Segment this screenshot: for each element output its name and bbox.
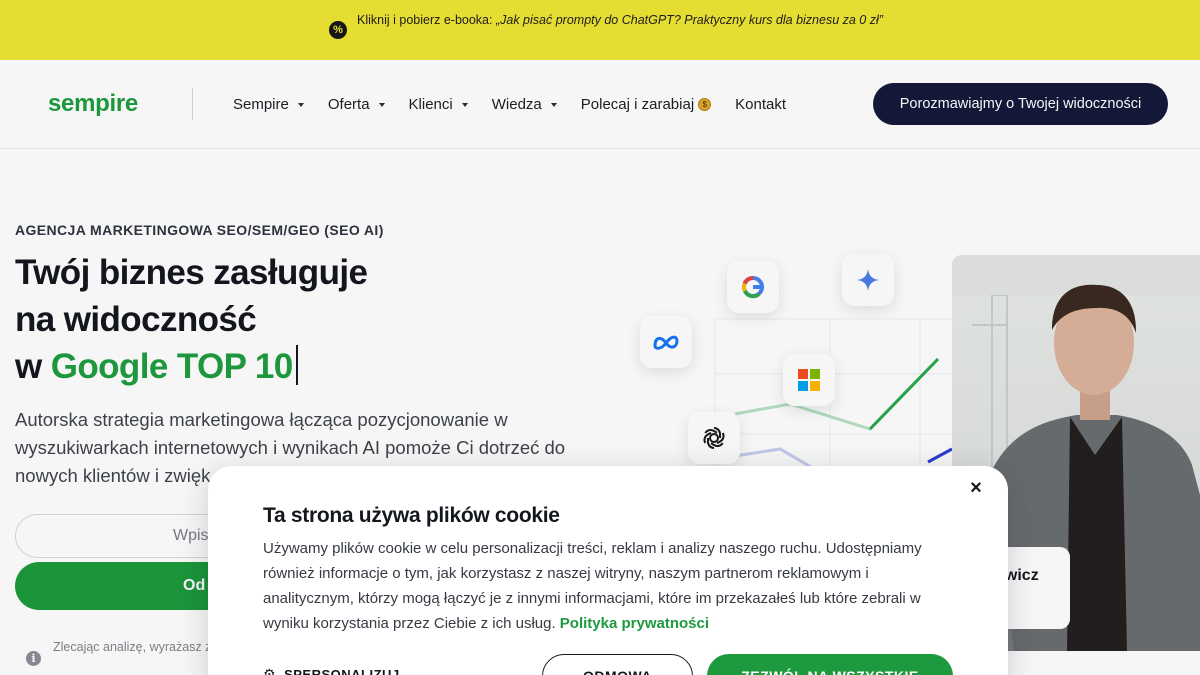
reject-button[interactable]: ODMOWA (542, 654, 693, 675)
promo-bar[interactable]: % Kliknij i pobierz e-booka: „Jak pisać … (0, 0, 1200, 60)
promo-title: „Jak pisać prompty do ChatGPT? Praktyczn… (495, 13, 883, 27)
cookie-consent-dialog: × Ta strona używa plików cookie Używamy … (208, 466, 1008, 675)
accept-all-button[interactable]: ZEZWÓL NA WSZYSTKIE (707, 654, 953, 675)
gear-icon: ⚙ (263, 666, 277, 675)
cookie-body: Używamy plików cookie w celu personaliza… (263, 536, 963, 636)
personalize-button[interactable]: ⚙ SPERSONALIZUJ (263, 666, 400, 675)
personalize-label: SPERSONALIZUJ (284, 667, 400, 675)
percent-badge-icon: % (329, 21, 347, 39)
promo-text[interactable]: Kliknij i pobierz e-booka: „Jak pisać pr… (357, 10, 897, 30)
privacy-policy-link[interactable]: Polityka prywatności (560, 615, 709, 632)
cookie-title: Ta strona używa plików cookie (263, 504, 560, 527)
close-icon[interactable]: × (966, 478, 986, 498)
promo-lead: Kliknij i pobierz e-booka: (357, 13, 496, 27)
